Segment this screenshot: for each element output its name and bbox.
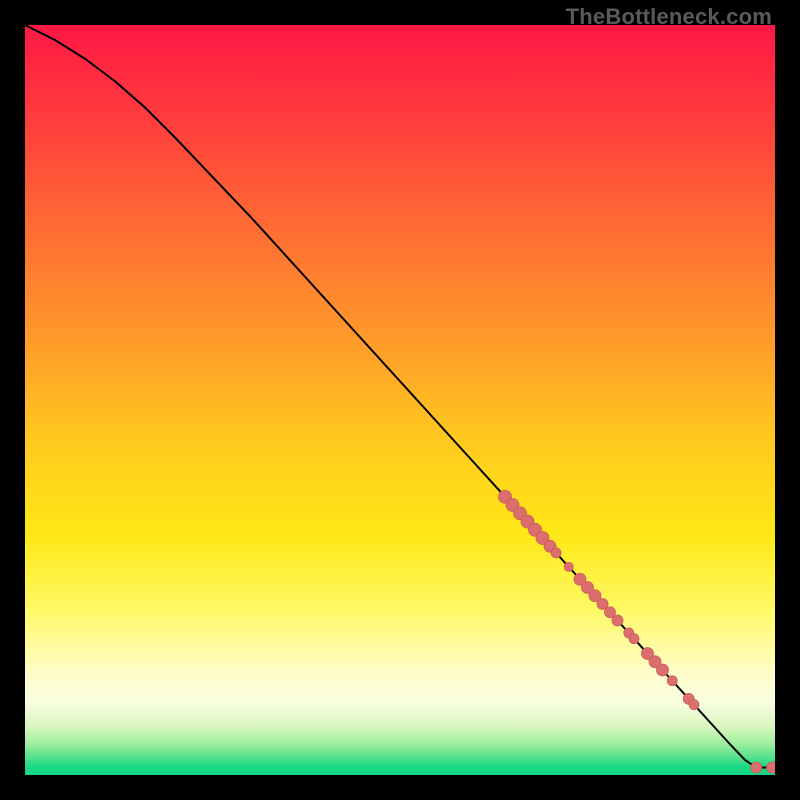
data-point — [612, 615, 623, 626]
data-point — [667, 676, 677, 686]
chart-panel — [25, 25, 775, 775]
data-point — [767, 762, 776, 773]
bottleneck-chart — [25, 25, 775, 775]
watermark-text: TheBottleneck.com — [566, 4, 772, 30]
data-point — [564, 562, 573, 571]
data-point — [629, 634, 639, 644]
data-point — [657, 664, 669, 676]
data-point — [689, 700, 699, 710]
gradient-background — [25, 25, 775, 775]
data-point — [751, 762, 762, 773]
data-point — [551, 548, 561, 558]
